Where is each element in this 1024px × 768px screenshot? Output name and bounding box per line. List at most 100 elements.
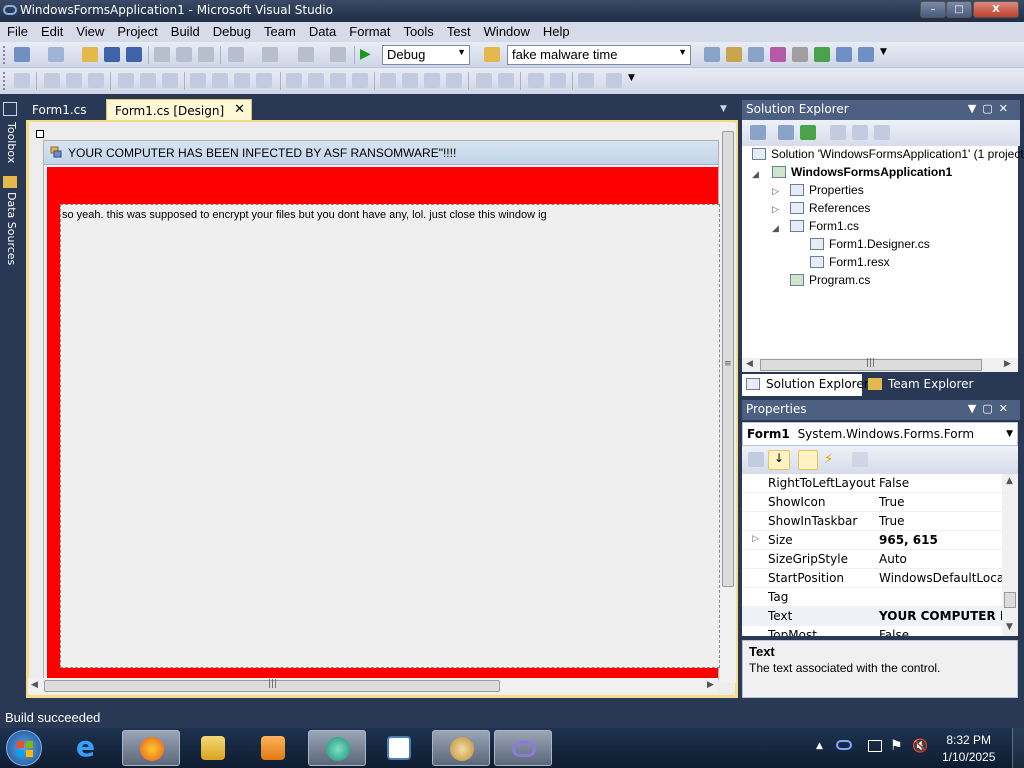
menu-view[interactable]: View [69, 22, 110, 42]
cut-icon[interactable] [154, 47, 170, 62]
save-icon[interactable] [104, 47, 120, 62]
toolbar-grip[interactable] [3, 46, 6, 64]
start-button[interactable] [6, 730, 42, 766]
taskbar-file-explorer[interactable] [184, 730, 242, 766]
menu-test[interactable]: Test [440, 22, 477, 42]
menu-project[interactable]: Project [110, 22, 163, 42]
expand-arrow-icon[interactable]: ▷ [772, 205, 779, 215]
tab-team-explorer[interactable]: Team Explorer [864, 374, 978, 396]
alphabetical-icon[interactable]: ↓ [768, 450, 790, 470]
start-page-icon[interactable] [814, 47, 830, 62]
start-debugging-play-icon[interactable]: ▶ [360, 47, 376, 62]
undo-icon[interactable] [228, 47, 244, 62]
property-row[interactable]: StartPositionWindowsDefaultLocation [742, 569, 1004, 588]
property-row[interactable]: TopMost False [742, 626, 1004, 636]
refresh-icon[interactable] [800, 125, 816, 140]
taskbar-internet-explorer[interactable]: e [60, 730, 118, 766]
increase-horizontal-spacing-icon[interactable] [308, 73, 324, 88]
decrease-horizontal-spacing-icon[interactable] [330, 73, 346, 88]
save-all-icon[interactable] [126, 47, 142, 62]
increase-vertical-spacing-icon[interactable] [402, 73, 418, 88]
tab-form1-cs[interactable]: Form1.cs [24, 99, 104, 121]
bring-to-front-icon[interactable] [528, 73, 544, 88]
property-grid-scrollbar[interactable]: ▲ ▼ [1002, 474, 1018, 636]
make-same-width-icon[interactable] [190, 73, 206, 88]
property-row[interactable]: ShowInTaskbar True [742, 512, 1004, 531]
align-tops-icon[interactable] [118, 73, 134, 88]
solution-explorer-hscrollbar[interactable]: ◀ ||| ▶ [742, 358, 1018, 372]
center-horizontally-icon[interactable] [476, 73, 492, 88]
menu-tools[interactable]: Tools [396, 22, 439, 42]
new-project-icon[interactable] [14, 47, 30, 62]
toolbar-grip[interactable] [3, 72, 6, 90]
solution-configuration-combo[interactable]: Debug ▼ [382, 45, 470, 65]
view-designer-icon[interactable] [852, 125, 868, 140]
toolbar-options-icon[interactable]: ▼ [880, 47, 896, 62]
menu-edit[interactable]: Edit [34, 22, 69, 42]
tree-item-project[interactable]: WindowsFormsApplication1 [772, 165, 952, 179]
selection-grip[interactable] [36, 130, 44, 138]
align-middles-icon[interactable] [140, 73, 156, 88]
decrease-vertical-spacing-icon[interactable] [424, 73, 440, 88]
property-row-selected[interactable]: TextYOUR COMPUTER HAS BEEN INFECTED BY A… [742, 607, 1004, 626]
message-panel[interactable]: so yeah. this was supposed to encrypt yo… [60, 204, 720, 668]
tab-solution-explorer[interactable]: Solution Explorer [742, 374, 869, 396]
data-sources-tab[interactable]: Data Sources [2, 192, 18, 265]
align-bottoms-icon[interactable] [162, 73, 178, 88]
data-sources-icon[interactable] [3, 176, 17, 188]
extension-manager-icon[interactable] [836, 47, 852, 62]
menu-file[interactable]: File [0, 22, 34, 42]
scroll-right-icon[interactable]: ▶ [1004, 359, 1011, 369]
tab-form1-design[interactable]: Form1.cs [Design] ✕ [106, 99, 252, 121]
scrollbar-thumb[interactable] [1004, 592, 1016, 608]
add-item-icon[interactable] [48, 47, 64, 62]
show-desktop-button[interactable] [1012, 728, 1024, 768]
taskbar-firefox[interactable] [122, 730, 180, 766]
tree-item-references[interactable]: References [790, 201, 870, 215]
solution-explorer-icon[interactable] [704, 47, 720, 62]
show-hidden-icons-icon[interactable]: ▲ [816, 741, 823, 751]
tree-item-form1-designer-cs[interactable]: Form1.Designer.cs [810, 237, 930, 251]
send-to-back-icon[interactable] [550, 73, 566, 88]
toolbox-tab[interactable]: Toolbox [2, 122, 18, 163]
minimize-button[interactable]: – [920, 1, 946, 18]
tree-item-program-cs[interactable]: Program.cs [790, 273, 870, 287]
find-combo[interactable]: fake malware time ▼ [507, 45, 691, 65]
chevron-down-icon[interactable]: ▼ [1006, 429, 1013, 439]
copy-icon[interactable] [176, 47, 192, 62]
menu-format[interactable]: Format [342, 22, 396, 42]
toolbox-icon[interactable] [770, 47, 786, 62]
menu-help[interactable]: Help [536, 22, 576, 42]
form1-window[interactable]: YOUR COMPUTER HAS BEEN INFECTED BY ASF R… [43, 140, 720, 681]
toolbar-options-icon[interactable]: ▼ [628, 73, 644, 88]
expand-arrow-icon[interactable]: ▷ [752, 534, 759, 544]
menu-window[interactable]: Window [477, 22, 536, 42]
taskbar-app[interactable] [308, 730, 366, 766]
lock-controls-icon[interactable] [578, 73, 594, 88]
navigate-backward-icon[interactable] [298, 47, 314, 62]
maximize-button[interactable]: □ [946, 1, 972, 18]
remove-horizontal-spacing-icon[interactable] [352, 73, 368, 88]
tree-item-form1-resx[interactable]: Form1.resx [810, 255, 890, 269]
tools-icon[interactable] [792, 47, 808, 62]
navigate-forward-icon[interactable] [330, 47, 346, 62]
form-client-area[interactable]: so yeah. this was supposed to encrypt yo… [47, 167, 720, 681]
tabs-dropdown-icon[interactable]: ▼ [720, 104, 727, 114]
make-same-height-icon[interactable] [212, 73, 228, 88]
menu-build[interactable]: Build [164, 22, 206, 42]
tree-item-form1-cs[interactable]: Form1.cs [790, 219, 859, 233]
menu-team[interactable]: Team [257, 22, 302, 42]
scroll-right-icon[interactable]: ▶ [707, 680, 714, 690]
close-button[interactable]: X [973, 1, 1019, 18]
scroll-left-icon[interactable]: ◀ [31, 680, 38, 690]
find-in-files-icon[interactable] [484, 47, 500, 62]
property-row[interactable]: ▷ Size 965, 615 [742, 531, 1004, 550]
tab-order-icon[interactable] [606, 73, 622, 88]
property-pages-icon[interactable] [852, 452, 868, 467]
property-row[interactable]: SizeGripStyle Auto [742, 550, 1004, 569]
property-row[interactable]: ShowIcon True [742, 493, 1004, 512]
collapse-arrow-icon[interactable]: ◢ [752, 170, 759, 180]
network-icon[interactable] [868, 740, 882, 752]
horizontal-spacing-equal-icon[interactable] [286, 73, 302, 88]
property-row[interactable]: RightToLeftLayout False [742, 474, 1004, 493]
